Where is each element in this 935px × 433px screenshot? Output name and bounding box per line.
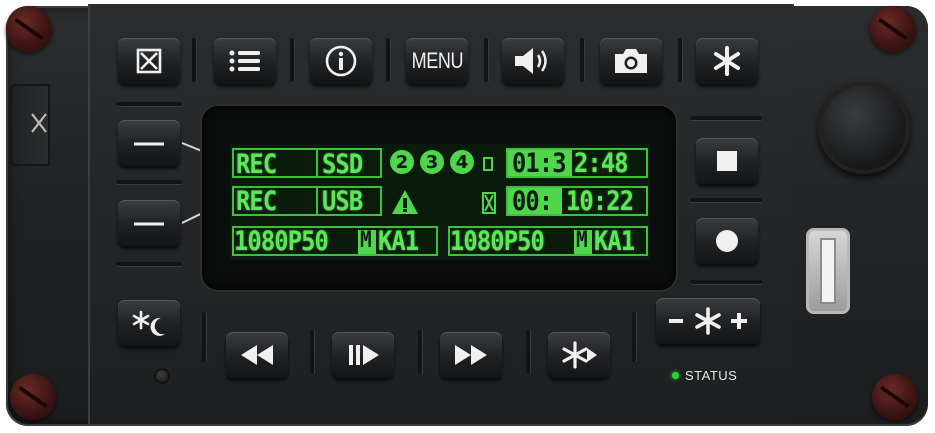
warning-icon [392,190,418,214]
skip-icon [562,341,597,369]
divider [526,330,530,374]
day-night-button[interactable] [118,300,180,346]
device-id-1: KA1 [378,226,419,257]
side-panel [792,6,928,424]
list-button[interactable] [214,38,276,84]
divider [116,262,182,266]
divider [632,312,636,362]
mode-2: M [576,228,588,253]
status-label: STATUS [685,368,738,383]
play-pause-button[interactable] [332,332,394,378]
divider [386,38,390,82]
channel-1-select-button[interactable]: — [118,120,180,166]
divider [290,38,294,82]
divider [202,312,206,362]
divider [192,38,196,82]
release-tab[interactable] [10,84,50,166]
info-icon [325,45,357,77]
brightness-adjust-icon [669,307,747,335]
record-button[interactable] [696,218,758,264]
record-dot-icon [716,230,738,252]
asterisk-icon [714,46,740,76]
corner-screw [10,374,56,420]
menu-button-label: MENU [411,48,463,73]
channel-2-select-button[interactable]: — [118,200,180,246]
channel-3-badge: 3 [420,150,444,174]
channel-2-badge: 2 [390,150,414,174]
divider [690,280,762,284]
timecode-2-suffix: 10:22 [566,186,634,217]
device-id-2: KA1 [594,226,635,257]
lcd-display: REC SSD 2 3 4 01:3 2:48 REC USB 00: 10:2… [230,144,650,260]
stop-all-button[interactable] [118,38,180,84]
list-icon [229,50,260,72]
mode-badge: M [358,230,376,254]
status-indicator: STATUS [672,368,737,383]
divider [690,116,762,120]
signal-indicator-icon [483,157,493,171]
channel-4-badge: 4 [450,150,474,174]
info-button[interactable] [310,38,372,84]
skip-button[interactable] [548,332,610,378]
divider [690,198,762,202]
video-format-1: 1080P50 [234,226,329,257]
video-format-2: 1080P50 [450,226,545,257]
divider [116,180,182,184]
divider [310,330,314,374]
divider [484,38,488,82]
control-knob[interactable] [818,82,910,174]
menu-button[interactable]: MENU [406,38,468,84]
usb-port[interactable] [806,228,850,314]
fast-forward-button[interactable] [440,332,502,378]
function-button[interactable] [696,38,758,84]
corner-screw [6,6,52,52]
stop-box-icon [136,48,162,74]
speaker-icon [515,48,547,74]
audio-button[interactable] [502,38,564,84]
camera-icon [615,49,647,73]
media-ssd: SSD [322,148,363,180]
media-usb: USB [322,186,363,217]
day-night-icon [132,310,165,336]
divider [580,38,584,82]
latch-x-icon [31,113,47,133]
corner-screw [872,374,918,420]
fast-forward-icon [455,345,487,365]
rec-indicator-1: REC [236,148,277,180]
channel-2-select-label: — [134,206,164,239]
light-sensor [154,368,170,384]
rewind-button[interactable] [226,332,288,378]
brightness-adjust-button[interactable] [656,298,760,344]
snapshot-button[interactable] [600,38,662,84]
channel-1-select-label: — [134,126,164,159]
mode-badge: M [574,230,592,254]
divider [116,102,182,106]
play-pause-icon [349,345,379,365]
square-stop-icon [717,151,737,171]
divider [678,38,682,82]
rec-indicator-2: REC [236,186,277,217]
corner-screw [870,6,916,52]
stop-button[interactable] [696,138,758,184]
mute-indicator-icon [482,192,496,214]
mode-1: M [360,228,372,253]
timecode-1-suffix: 2:48 [574,148,629,179]
rewind-icon [241,345,273,365]
status-led [672,372,679,379]
divider [418,330,422,374]
